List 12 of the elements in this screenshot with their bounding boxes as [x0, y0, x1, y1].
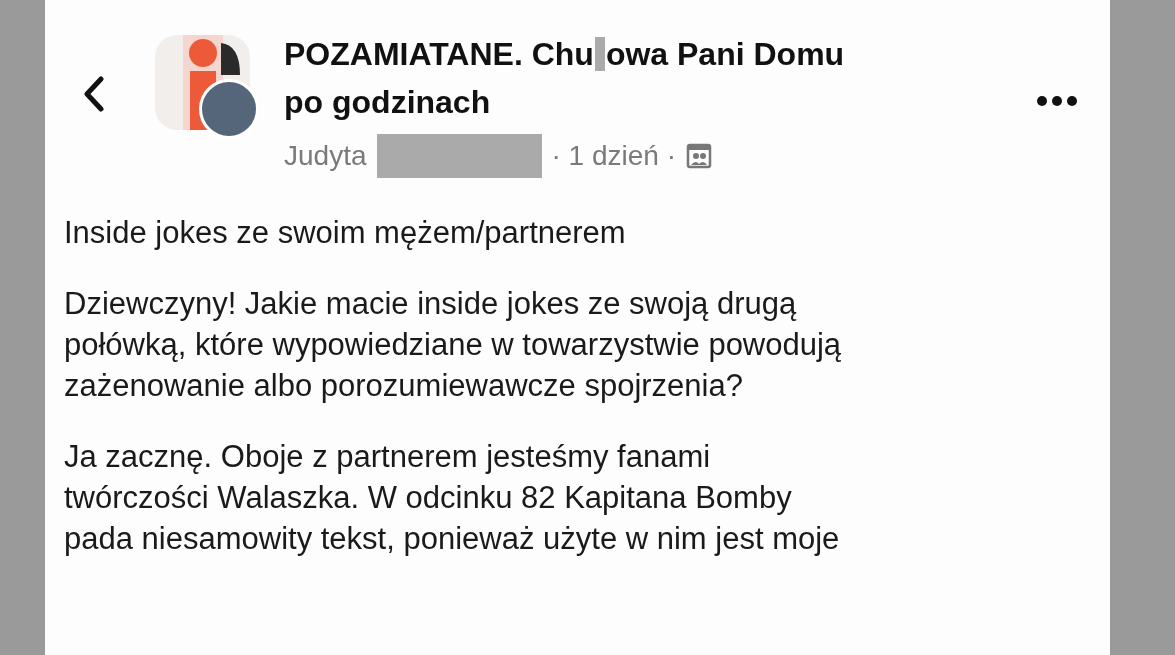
- author-name[interactable]: Judyta: [284, 140, 367, 172]
- post-paragraph: Inside jokes ze swoim mężem/partnerem: [64, 214, 627, 252]
- post-time: · 1 dzień ·: [551, 140, 676, 172]
- group-title[interactable]: POZAMIATANE. Chu: [284, 35, 594, 73]
- group-title[interactable]: po godzinach: [284, 83, 491, 121]
- back-chevron-icon: [83, 76, 105, 112]
- redaction-bar: [594, 37, 605, 71]
- post-paragraph: Dziewczyny! Jakie macie inside jokes ze swoją drugą połówką, które wypowiedziane w towarzystwie powodują zażenowanie albo porozumiewawcze spojrzenia?: [64, 285, 843, 405]
- post-paragraph: Ja zacznę. Oboje z partnerem jesteśmy fanami twórczości Walaszka. W odcinku 82 Kapitana Bomby pada niesamowity tekst, ponieważ użyte w nim jest moje: [64, 438, 841, 558]
- more-dots-icon: [1036, 95, 1078, 107]
- group-members-icon: [686, 143, 712, 169]
- group-title[interactable]: owa Pani Domu: [605, 35, 845, 73]
